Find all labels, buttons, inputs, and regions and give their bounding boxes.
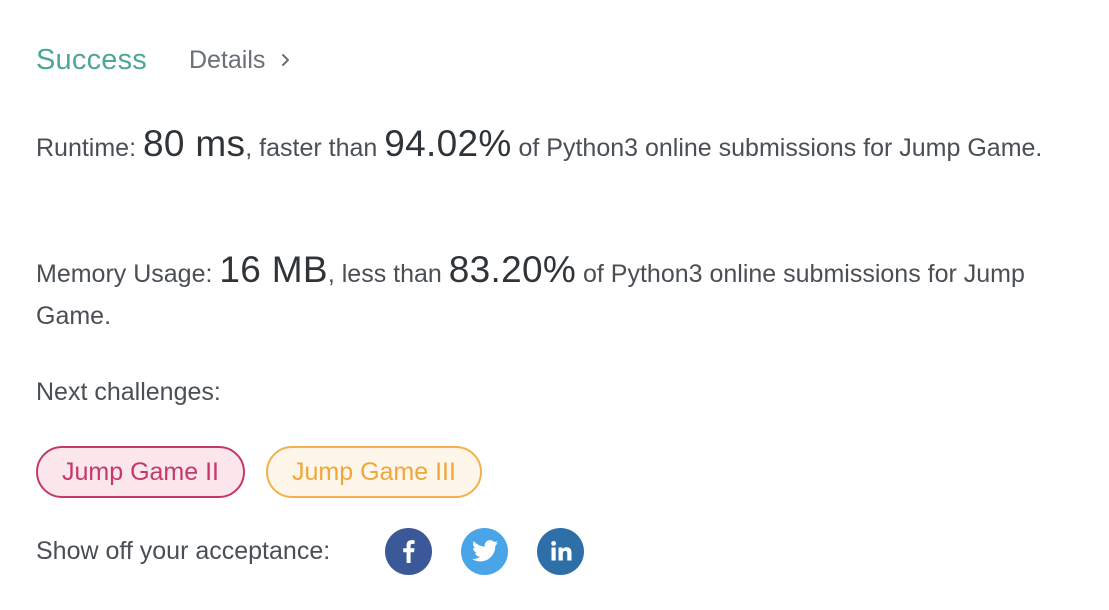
- runtime-value: 80 ms: [143, 123, 246, 164]
- twitter-icon: [471, 540, 498, 562]
- runtime-stat: Runtime: 80 ms, faster than 94.02% of Py…: [36, 123, 1066, 169]
- memory-label: Memory Usage:: [36, 260, 213, 288]
- share-label: Show off your acceptance:: [36, 536, 331, 565]
- result-header: Success Details: [36, 38, 293, 82]
- runtime-label: Runtime:: [36, 134, 137, 162]
- linkedin-share-button[interactable]: [537, 527, 585, 575]
- twitter-share-button[interactable]: [461, 527, 509, 575]
- details-label: Details: [189, 45, 266, 74]
- linkedin-icon: [550, 541, 572, 561]
- runtime-suffix: of Python3 online submissions for Jump G…: [518, 134, 1043, 162]
- next-challenges-list: Jump Game II Jump Game III: [36, 446, 482, 498]
- challenge-chip-jump-game-iii[interactable]: Jump Game III: [266, 446, 482, 498]
- details-link[interactable]: Details: [189, 46, 293, 75]
- memory-stat: Memory Usage: 16 MB, less than 83.20% of…: [36, 249, 1066, 337]
- runtime-percentile: 94.02%: [384, 123, 512, 164]
- status-label: Success: [36, 43, 147, 76]
- share-icons: [385, 527, 585, 575]
- share-row: Show off your acceptance:: [36, 527, 585, 575]
- memory-percentile: 83.20%: [448, 249, 577, 290]
- runtime-comparison: , faster than: [245, 134, 378, 162]
- facebook-share-button[interactable]: [385, 527, 433, 575]
- next-challenges-label: Next challenges:: [36, 378, 221, 406]
- chevron-right-icon: [282, 54, 290, 66]
- memory-comparison: , less than: [327, 260, 442, 288]
- memory-value: 16 MB: [219, 249, 328, 290]
- challenge-chip-jump-game-ii[interactable]: Jump Game II: [36, 446, 245, 498]
- facebook-icon: [402, 540, 415, 563]
